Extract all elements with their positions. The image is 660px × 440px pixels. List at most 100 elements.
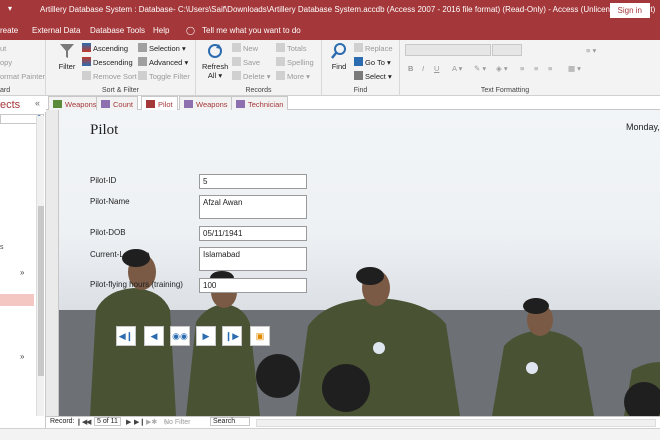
- replace-button[interactable]: Replace: [354, 43, 393, 53]
- nav-selected-item[interactable]: [0, 294, 34, 306]
- sort-descending-icon: [82, 57, 91, 66]
- flying-hours-field[interactable]: 100: [199, 278, 307, 293]
- pilot-id-label: Pilot-ID: [90, 176, 117, 185]
- remove-sort-button[interactable]: Remove Sort: [82, 71, 137, 81]
- bold-button[interactable]: B: [408, 64, 413, 73]
- new-record-button[interactable]: New: [232, 43, 258, 53]
- more-button[interactable]: More ▾: [276, 71, 310, 81]
- exit-form-button[interactable]: ▣: [250, 326, 270, 346]
- select-button[interactable]: Select ▾: [354, 71, 392, 81]
- totals-button[interactable]: Totals: [276, 43, 307, 53]
- selection-button[interactable]: Selection ▾: [138, 43, 186, 53]
- tell-me-search[interactable]: Tell me what you want to do: [202, 26, 301, 35]
- tab-count[interactable]: Count: [96, 96, 139, 110]
- record-search-input[interactable]: Search: [210, 417, 250, 426]
- goto-button[interactable]: Go To ▾: [354, 57, 391, 67]
- find-button[interactable]: Find: [328, 42, 350, 71]
- horizontal-scrollbar[interactable]: [256, 419, 656, 427]
- spelling-button[interactable]: Spelling: [276, 57, 314, 67]
- font-size-select[interactable]: [492, 44, 522, 56]
- next-record-icon: ▶: [202, 330, 210, 341]
- nav-last-icon[interactable]: ▶❙: [134, 418, 145, 426]
- sign-in-button[interactable]: Sign in: [609, 3, 650, 18]
- form-icon: [146, 100, 155, 108]
- font-name-select[interactable]: [405, 44, 491, 56]
- form-date: Monday,: [626, 122, 660, 132]
- highlight-button[interactable]: ✎ ▾: [474, 64, 486, 73]
- save-label: Save: [243, 58, 261, 67]
- advanced-button[interactable]: Advanced ▾: [138, 57, 188, 67]
- save-icon: [232, 57, 241, 66]
- menu-help[interactable]: Help: [153, 26, 169, 35]
- form-title: Pilot: [90, 122, 119, 138]
- filter-button[interactable]: Filter: [56, 42, 78, 71]
- menu-create[interactable]: reate: [0, 26, 18, 35]
- record-position-input[interactable]: 5 of 11: [94, 417, 121, 426]
- delete-record-button[interactable]: Delete ▾: [232, 71, 271, 81]
- tab-pilot[interactable]: Pilot: [141, 96, 178, 110]
- collapse-pane-icon[interactable]: «: [35, 98, 40, 108]
- previous-record-button[interactable]: ◀: [144, 326, 164, 346]
- tab-technician[interactable]: Technician: [231, 96, 289, 110]
- form-icon: [53, 100, 62, 108]
- quick-access-dropdown-icon[interactable]: ▾: [8, 4, 12, 13]
- descending-button[interactable]: Descending: [82, 57, 133, 67]
- menu-external-data[interactable]: External Data: [32, 26, 80, 35]
- nav-next-icon[interactable]: ▶: [126, 418, 131, 426]
- record-selector[interactable]: [46, 110, 59, 416]
- nav-scrollbar[interactable]: [36, 116, 44, 416]
- fill-color-button[interactable]: ◈ ▾: [496, 64, 508, 73]
- ascending-button[interactable]: Ascending: [82, 43, 128, 53]
- last-record-icon: ❙▶: [224, 330, 240, 341]
- save-record-button[interactable]: Save: [232, 57, 260, 67]
- refresh-all-button[interactable]: Refresh All ▾: [202, 42, 228, 80]
- nav-group-fragment[interactable]: s: [0, 244, 4, 251]
- format-painter-button[interactable]: ormat Painter: [0, 72, 45, 81]
- expand-group-icon-2[interactable]: »: [20, 352, 24, 361]
- current-location-field[interactable]: Islamabad: [199, 247, 307, 271]
- window-title: Artillery Database System : Database- C:…: [40, 5, 656, 14]
- tab-weapons-2[interactable]: Weapons: [179, 96, 233, 110]
- tab-weapons[interactable]: Weapons: [48, 96, 102, 110]
- select-cursor-icon: [354, 71, 363, 80]
- sort-ascending-icon: [82, 43, 91, 52]
- remove-sort-icon: [82, 71, 91, 80]
- document-tabs: Weapons Count Pilot Weapons Technician: [46, 96, 660, 110]
- ribbon: ut opy ormat Painter ard Filter Ascendin…: [0, 40, 660, 96]
- exit-door-icon: ▣: [255, 330, 265, 341]
- find-record-button[interactable]: ◉◉: [170, 326, 190, 346]
- toggle-filter-button[interactable]: Toggle Filter: [138, 71, 190, 81]
- cut-button[interactable]: ut: [0, 44, 6, 53]
- navigation-pane: ects « ⚲ s » »: [0, 96, 46, 428]
- nav-new-icon[interactable]: ▶✱: [146, 418, 157, 426]
- font-color-button[interactable]: A ▾: [452, 64, 462, 73]
- first-record-button[interactable]: ◀❙: [116, 326, 136, 346]
- nav-scrollbar-thumb[interactable]: [38, 206, 44, 376]
- filter-label: Filter: [58, 62, 76, 71]
- toggle-filter-label: Toggle Filter: [149, 72, 190, 81]
- more-icon: [276, 71, 285, 80]
- gridlines-icon[interactable]: ▦ ▾: [568, 64, 581, 73]
- nav-pane-header[interactable]: ects «: [0, 96, 46, 112]
- replace-label: Replace: [365, 44, 393, 53]
- nav-prev-icon[interactable]: ◀: [86, 418, 91, 426]
- new-record-icon: [232, 43, 241, 52]
- list-format-icon[interactable]: ≡ ▾: [586, 46, 596, 55]
- menu-database-tools[interactable]: Database Tools: [90, 26, 145, 35]
- expand-group-icon[interactable]: »: [20, 268, 24, 277]
- underline-button[interactable]: U: [434, 64, 439, 73]
- pilot-id-field[interactable]: 5: [199, 174, 307, 189]
- find-group: Find Replace Go To ▾ Select ▾ Find: [322, 40, 400, 96]
- copy-button[interactable]: opy: [0, 58, 12, 67]
- spelling-icon: [276, 57, 285, 66]
- last-record-button[interactable]: ❙▶: [222, 326, 242, 346]
- pilot-dob-field[interactable]: 05/11/1941: [199, 226, 307, 241]
- align-center-icon[interactable]: ≡: [534, 64, 538, 73]
- new-label: New: [243, 44, 259, 53]
- italic-button[interactable]: I: [422, 64, 424, 73]
- pilots-background-photo: [46, 249, 660, 416]
- align-right-icon[interactable]: ≡: [548, 64, 552, 73]
- align-left-icon[interactable]: ≡: [520, 64, 524, 73]
- pilot-name-field[interactable]: Afzal Awan: [199, 195, 307, 219]
- next-record-button[interactable]: ▶: [196, 326, 216, 346]
